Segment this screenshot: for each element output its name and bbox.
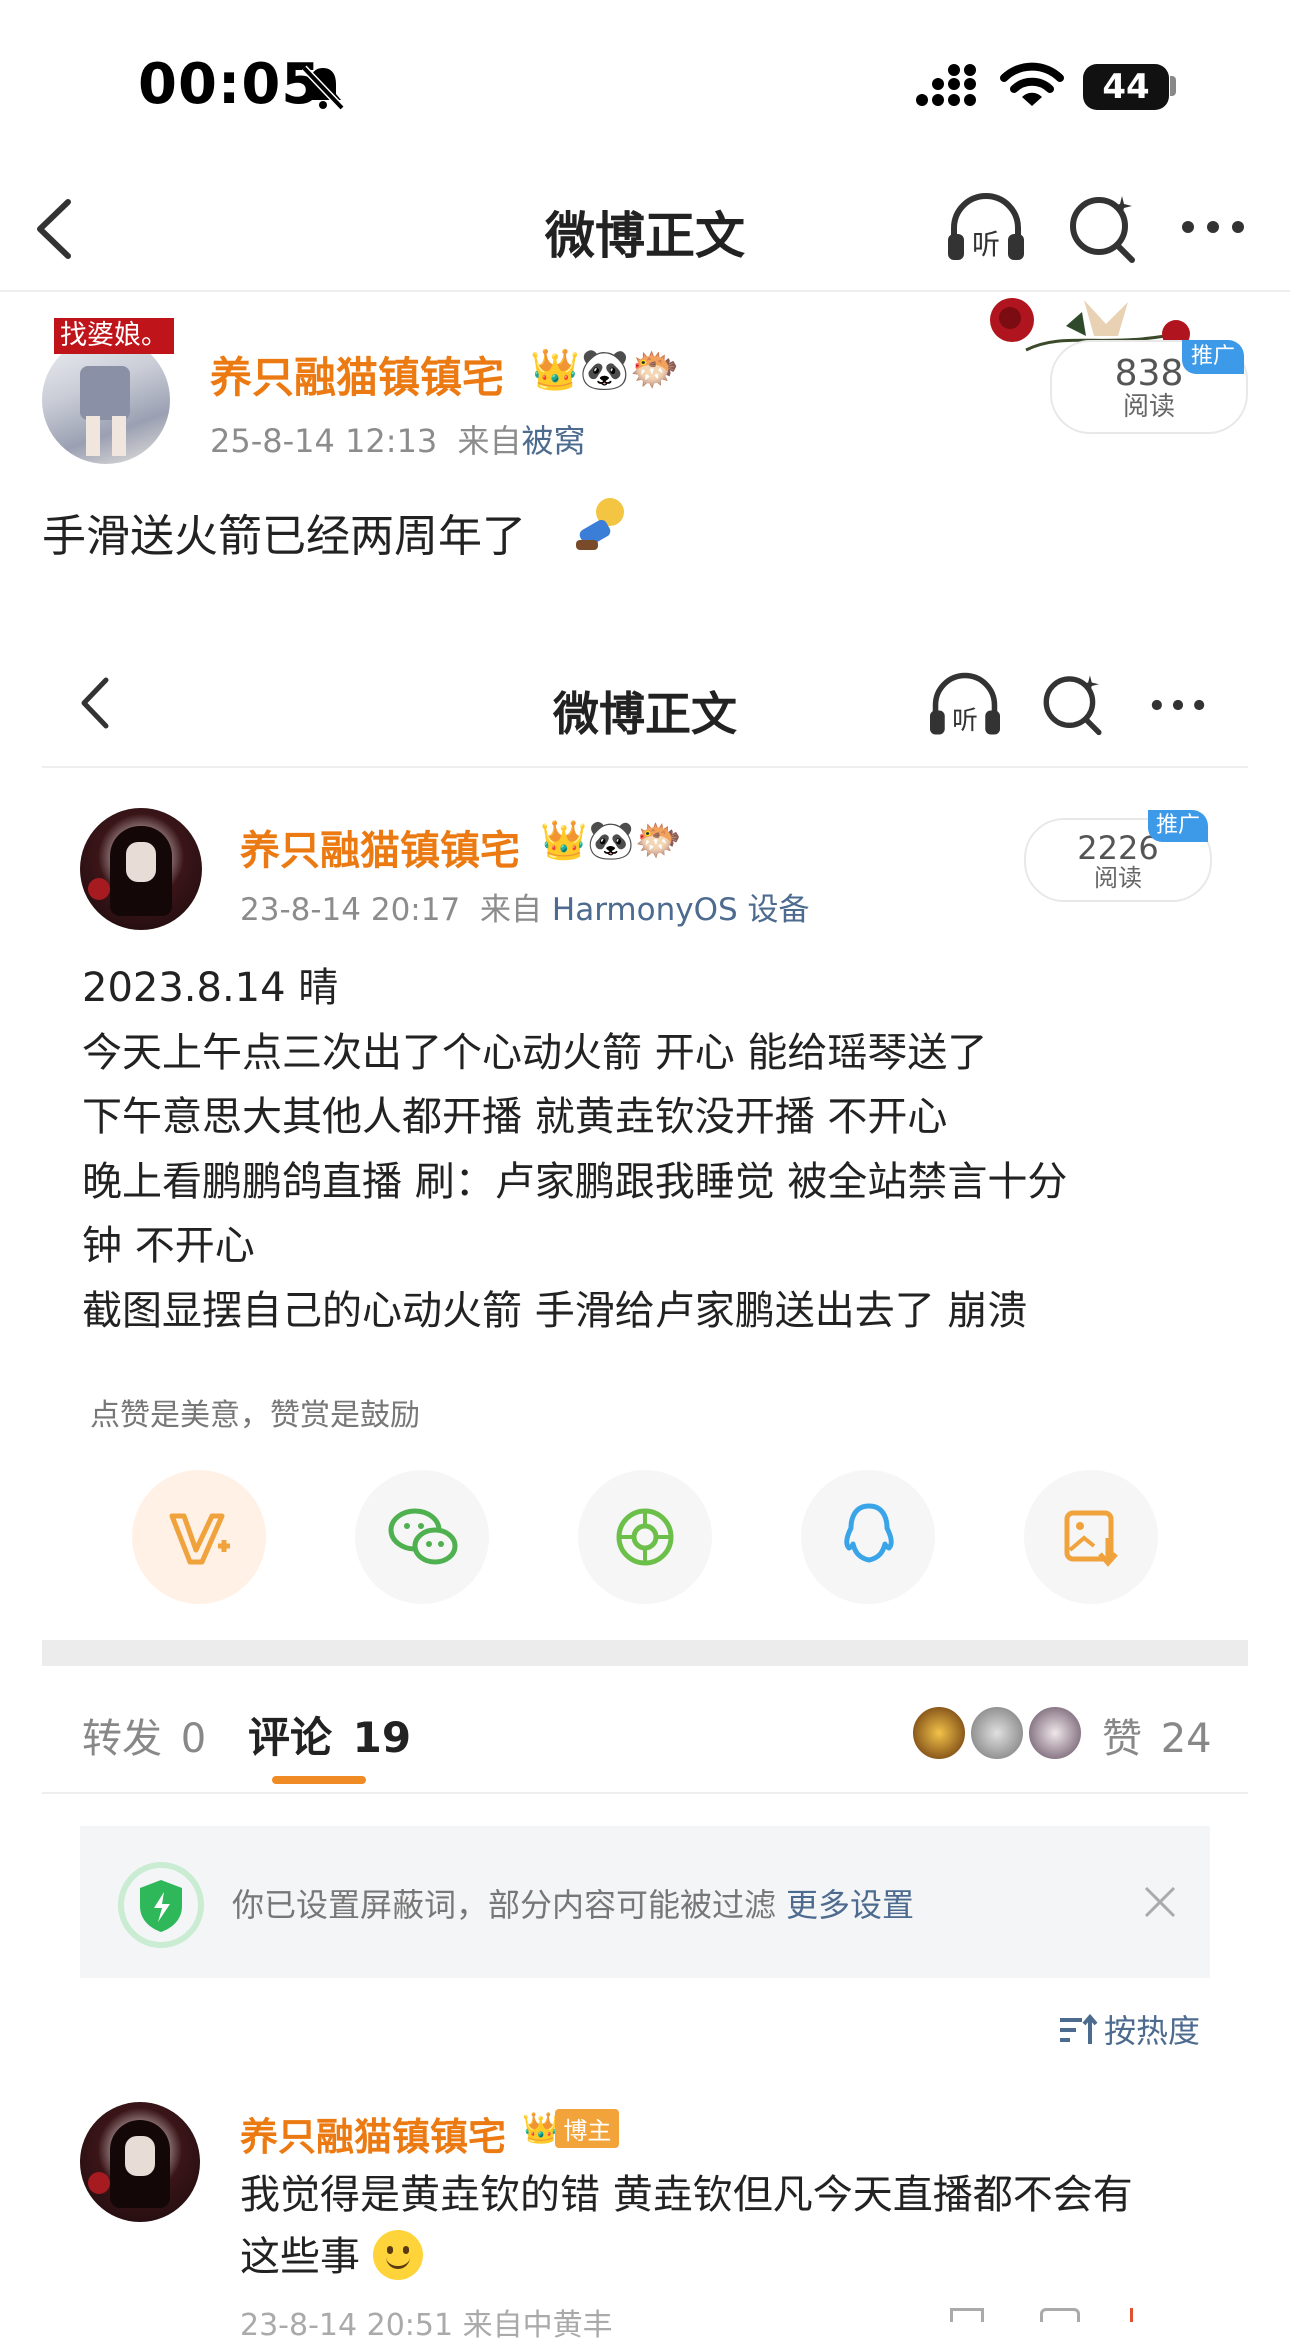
reward-button[interactable] [132, 1470, 266, 1604]
avatar[interactable] [42, 336, 170, 464]
like-icon[interactable] [1130, 2308, 1147, 2322]
inner-nav-divider [42, 766, 1248, 768]
source-prefix: 来自 [457, 422, 522, 460]
search-icon[interactable] [1066, 190, 1140, 264]
filter-notice-text: 你已设置屏蔽词，部分内容可能被过滤 更多设置 [232, 1886, 915, 1924]
battery-tip [1170, 76, 1176, 96]
pufferfish-icon: 🐡 [629, 347, 680, 393]
reward-hint: 点赞是美意，赞赏是鼓励 [90, 1398, 420, 1433]
section-separator [42, 1640, 1248, 1666]
read-label: 阅读 [1122, 392, 1175, 422]
save-image-button[interactable] [1024, 1470, 1158, 1604]
moments-icon [616, 1508, 674, 1566]
tabs-divider [42, 1792, 1248, 1794]
tab-likes[interactable]: 赞 24 [1102, 1706, 1212, 1764]
liker-avatar [910, 1704, 968, 1762]
inner-user-badges: 👑🐼🐡 [540, 818, 682, 863]
post-source[interactable]: 被窝 [521, 422, 585, 460]
more-icon[interactable] [1180, 214, 1246, 240]
more-settings-link[interactable]: 更多设置 [786, 1886, 914, 1924]
inner-username[interactable]: 养只融猫镇镇宅 [240, 818, 520, 876]
inner-listen-icon[interactable]: 听 [926, 670, 1004, 740]
mute-bell-icon [301, 65, 345, 111]
panda-icon: 🐼 [587, 818, 635, 862]
svg-text:听: 听 [972, 228, 1000, 261]
save-image-icon [1064, 1510, 1118, 1567]
filter-notice: 你已设置屏蔽词，部分内容可能被过滤 更多设置 [80, 1826, 1210, 1978]
post-line: 晚上看鹏鹏鸽直播 刷：卢家鹏跟我睡觉 被全站禁言十分 [82, 1158, 1068, 1205]
sort-by-hot[interactable]: 按热度 [1058, 2006, 1200, 2052]
comment-avatar[interactable] [80, 2102, 200, 2222]
author-badge: 👑 博主 [522, 2108, 620, 2148]
comment-icon[interactable] [1040, 2308, 1080, 2322]
inner-post-body: 2023.8.14 晴 今天上午点三次出了个心动火箭 开心 能给瑶琴送了 下午意… [82, 956, 1222, 1343]
crown-badge-icon: 👑 [530, 347, 580, 393]
inner-avatar[interactable] [80, 808, 202, 930]
post-line: 截图显摆自己的心动火箭 手滑给卢家鹏送出去了 崩溃 [82, 1287, 1028, 1334]
crown-badge-icon: 👑 [540, 818, 588, 862]
username[interactable]: 养只融猫镇镇宅 [210, 344, 504, 405]
inner-more-icon[interactable] [1148, 694, 1208, 716]
sort-icon [1060, 2013, 1098, 2044]
qq-share-button[interactable] [801, 1470, 935, 1604]
post-text: 手滑送火箭已经两周年了 [42, 511, 526, 562]
liker-avatars[interactable] [910, 1704, 1090, 1762]
pointing-figure-icon [576, 498, 624, 550]
reward-icon [169, 1513, 230, 1565]
user-badges: 👑🐼🐡 [530, 346, 679, 393]
inner-post-meta: 23-8-14 20:17 来自 HarmonyOS 设备 [240, 884, 810, 929]
comment-username[interactable]: 养只融猫镇镇宅 [240, 2106, 506, 2161]
close-icon[interactable] [1140, 1882, 1180, 1922]
cellular-signal-icon [916, 64, 976, 106]
inner-read-label: 阅读 [1094, 864, 1142, 892]
post-meta: 25-8-14 12:13 来自被窝 [210, 416, 585, 462]
post-line: 下午意思大其他人都开播 就黄垚钦没开播 不开心 [82, 1094, 948, 1140]
qq-icon [844, 1503, 894, 1563]
wechat-icon [388, 1508, 458, 1565]
post-line: 今天上午点三次出了个心动火箭 开心 能给瑶琴送了 [82, 1029, 988, 1076]
post-line: 钟 不开心 [82, 1223, 255, 1269]
smile-emoji-icon [372, 2230, 423, 2280]
post-time: 25-8-14 12:13 [210, 422, 438, 460]
inner-post-source[interactable]: HarmonyOS 设备 [552, 892, 810, 928]
panda-icon: 🐼 [579, 347, 630, 393]
active-tab-indicator [272, 1776, 366, 1784]
svg-text:听: 听 [952, 706, 978, 736]
wifi-icon [1000, 62, 1064, 106]
crown-badge-icon: 👑 [522, 2110, 560, 2146]
listen-icon[interactable]: 听 [944, 190, 1028, 266]
inner-promo-tag: 推广 [1148, 810, 1208, 842]
comment-text: 我觉得是黄垚钦的错 黄垚钦但凡今天直播都不会有 这些事 [240, 2172, 1133, 2280]
moments-share-button[interactable] [578, 1470, 712, 1604]
tab-repost[interactable]: 转发 0 [82, 1706, 206, 1764]
share-icon[interactable] [950, 2308, 984, 2322]
liker-avatar [968, 1704, 1026, 1762]
inner-search-icon[interactable] [1040, 670, 1106, 736]
author-badge-label: 博主 [555, 2108, 620, 2148]
post-line: 2023.8.14 晴 [82, 965, 339, 1011]
battery-indicator: 44 [1083, 64, 1169, 110]
wechat-share-button[interactable] [355, 1470, 489, 1604]
tab-comments[interactable]: 评论 19 [248, 1704, 411, 1765]
avatar-tag: 找婆娘。 [54, 318, 174, 354]
liker-avatar [1026, 1704, 1084, 1762]
shield-icon [118, 1862, 204, 1948]
inner-post-time: 23-8-14 20:17 [240, 892, 461, 928]
comment-meta: 23-8-14 20:51 来自中黄丰 [240, 2308, 613, 2343]
status-time: 00:05 [138, 52, 322, 117]
pufferfish-icon: 🐡 [634, 818, 682, 862]
promo-tag: 推广 [1182, 340, 1244, 374]
inner-source-prefix: 来自 [480, 892, 543, 928]
comment-actions [940, 2306, 1240, 2322]
